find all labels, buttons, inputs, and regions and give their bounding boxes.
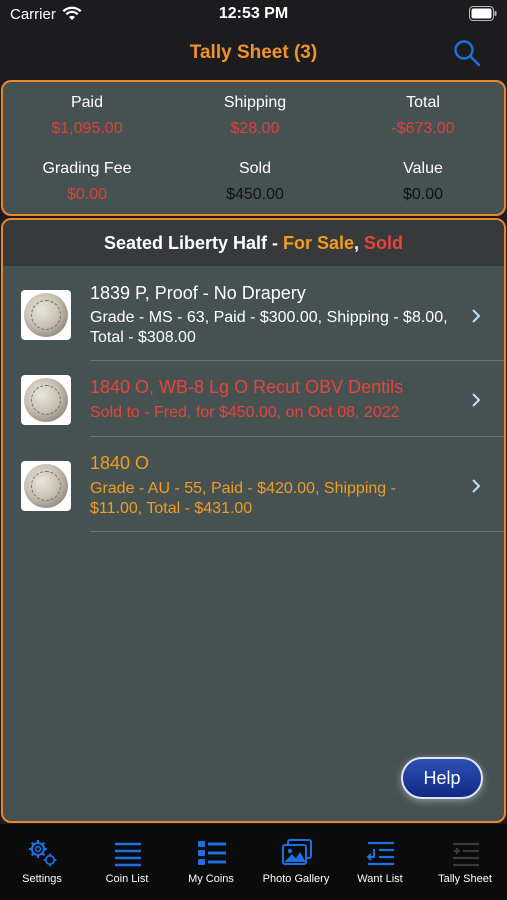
paid-value: $1,095.00 <box>51 120 123 137</box>
coin-thumbnail <box>21 290 71 340</box>
coin-details: Grade - AU - 55, Paid - $420.00, Shippin… <box>90 480 396 517</box>
battery-icon <box>469 6 497 21</box>
sold-value: $450.00 <box>226 186 284 203</box>
status-bar: Carrier 12:53 PM <box>0 0 507 30</box>
coin-image <box>24 293 68 337</box>
coin-thumbnail <box>21 375 71 425</box>
coin-image <box>24 464 68 508</box>
coin-row-3[interactable]: 1840 O Grade - AU - 55, Paid - $420.00, … <box>3 437 504 532</box>
grading-fee-value: $0.00 <box>66 186 108 203</box>
total-summary: Total -$673.00 <box>339 94 507 138</box>
coin-row-1[interactable]: 1839 P, Proof - No Drapery Grade - MS - … <box>3 274 504 361</box>
shipping-label: Shipping <box>223 94 287 111</box>
header-comma: , <box>354 233 365 253</box>
navigation-bar: Tally Sheet (3) <box>0 30 507 76</box>
clock: 12:53 PM <box>218 5 289 22</box>
tab-my-coins[interactable]: My Coins <box>169 824 253 900</box>
section-header-title: Seated Liberty Half - <box>103 233 283 253</box>
tab-coin-list[interactable]: Coin List <box>85 824 169 900</box>
coin-title: 1840 O <box>90 453 150 473</box>
tab-label: Settings <box>22 873 62 885</box>
paid-label: Paid <box>70 94 104 111</box>
help-button[interactable]: Help <box>401 757 483 799</box>
tab-bar: Settings Coin List My Coins Photo Galler… <box>0 824 507 900</box>
tab-label: Tally Sheet <box>438 873 492 885</box>
sold-summary: Sold $450.00 <box>171 160 339 204</box>
want-list-icon <box>366 841 394 866</box>
chevron-right-icon <box>472 393 481 407</box>
sold-label: Sold <box>238 160 272 177</box>
coin-title: 1839 P, Proof - No Drapery <box>90 283 306 303</box>
grading-fee-label: Grading Fee <box>42 160 132 177</box>
chevron-right-icon <box>472 479 481 493</box>
search-icon[interactable] <box>453 39 481 67</box>
tab-photo-gallery[interactable]: Photo Gallery <box>254 824 338 900</box>
coin-details: Sold to - Fred, for $450.00, on Oct 08, … <box>90 404 400 421</box>
page-title: Tally Sheet (3) <box>189 42 318 63</box>
chevron-right-icon <box>472 309 481 323</box>
tab-tally-sheet[interactable]: Tally Sheet <box>423 824 507 900</box>
tab-want-list[interactable]: Want List <box>338 824 422 900</box>
total-label: Total <box>406 94 440 111</box>
value-label: Value <box>403 160 443 177</box>
tab-label: Coin List <box>105 873 149 885</box>
tab-settings[interactable]: Settings <box>0 824 84 900</box>
photos-icon <box>282 839 312 865</box>
total-value: -$673.00 <box>391 120 455 137</box>
for-sale-label: For Sale <box>283 233 355 253</box>
coin-image <box>24 378 68 422</box>
shipping-value: $28.00 <box>230 120 280 137</box>
tally-icon <box>453 842 479 867</box>
gears-icon <box>29 840 57 867</box>
row-divider <box>90 531 504 532</box>
tab-label: Want List <box>357 873 403 885</box>
tab-label: My Coins <box>188 873 234 885</box>
value-value: $0.00 <box>402 186 444 203</box>
summary-panel: Paid $1,095.00 Shipping $28.00 Total -$6… <box>1 80 506 216</box>
value-summary: Value $0.00 <box>339 160 507 204</box>
coin-thumbnail <box>21 461 71 511</box>
tab-label: Photo Gallery <box>262 873 330 885</box>
section-header: Seated Liberty Half - For Sale, Sold <box>3 220 504 266</box>
paid-summary: Paid $1,095.00 <box>3 94 171 138</box>
coin-details: Grade - MS - 63, Paid - $300.00, Shippin… <box>90 309 448 346</box>
coin-row-2[interactable]: 1840 O, WB-8 Lg O Recut OBV Dentils Sold… <box>3 361 504 447</box>
coin-list-panel: Seated Liberty Half - For Sale, Sold 183… <box>1 218 506 823</box>
coin-title: 1840 O, WB-8 Lg O Recut OBV Dentils <box>90 377 404 397</box>
shipping-summary: Shipping $28.00 <box>171 94 339 138</box>
sold-header-label: Sold <box>364 233 404 253</box>
grading-fee-summary: Grading Fee $0.00 <box>3 160 171 204</box>
grid-list-icon <box>198 841 226 865</box>
list-icon <box>115 842 141 867</box>
